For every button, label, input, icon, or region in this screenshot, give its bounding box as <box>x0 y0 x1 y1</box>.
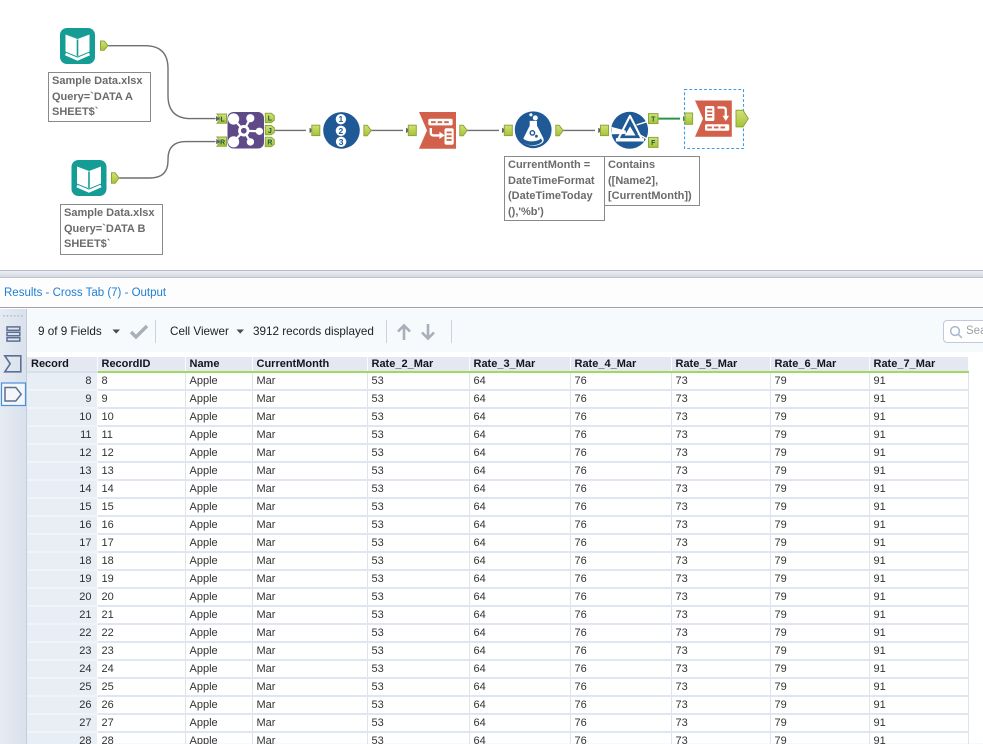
svg-text:R: R <box>267 140 272 147</box>
svg-text:J: J <box>268 128 272 135</box>
svg-text:L: L <box>268 116 272 123</box>
svg-text:R: R <box>220 139 225 146</box>
svg-text:1: 1 <box>339 114 344 124</box>
svg-text:2: 2 <box>339 126 344 136</box>
svg-text:L: L <box>220 116 224 123</box>
svg-text:F: F <box>651 140 655 147</box>
svg-text:3: 3 <box>339 137 344 147</box>
